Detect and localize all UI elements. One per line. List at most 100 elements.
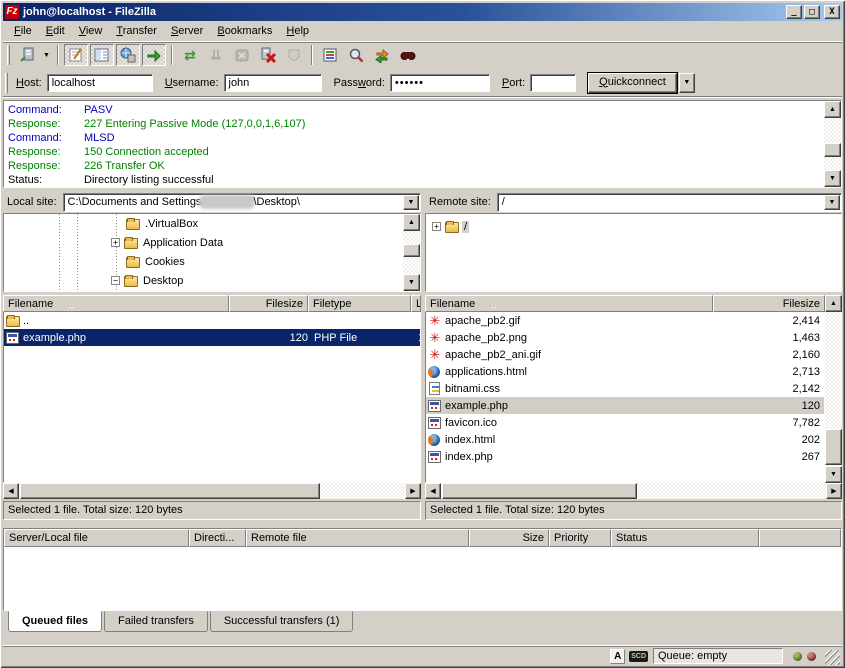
- scroll-up-icon[interactable]: ▲: [824, 101, 841, 118]
- menu-bookmarks[interactable]: Bookmarks: [210, 22, 279, 40]
- list-scroll-thumb[interactable]: [825, 429, 842, 465]
- site-manager-dropdown[interactable]: ▼: [40, 44, 53, 66]
- file-row[interactable]: index.php 267: [426, 448, 824, 465]
- toolbar-grip[interactable]: [7, 45, 10, 65]
- column-last-modified[interactable]: L: [411, 295, 421, 312]
- file-row-selected[interactable]: example.php 120: [426, 397, 824, 414]
- file-row-parent-dir[interactable]: ..: [4, 312, 420, 329]
- tree-item-root[interactable]: + /: [426, 217, 841, 236]
- message-log[interactable]: Command:PASV Response:227 Entering Passi…: [3, 100, 842, 188]
- scroll-up-icon[interactable]: ▲: [825, 295, 842, 312]
- directory-comparison-button[interactable]: [344, 44, 368, 66]
- file-row-example-php[interactable]: example.php 120 PHP File 1: [4, 329, 420, 346]
- log-scrollbar[interactable]: ▲ ▼: [824, 101, 841, 187]
- tab-successful-transfers[interactable]: Successful transfers (1): [210, 611, 354, 632]
- transfer-type-indicator-icon[interactable]: A: [610, 649, 625, 664]
- remote-directory-tree[interactable]: + /: [425, 213, 842, 292]
- toggle-remote-tree-button[interactable]: [116, 44, 140, 66]
- local-site-combo[interactable]: C:\Documents and Settings\Desktop\ ▼: [63, 193, 421, 212]
- remote-list-hscrollbar[interactable]: ◀ ▶: [425, 483, 842, 499]
- tab-queued-files[interactable]: Queued files: [8, 611, 102, 632]
- remote-file-list: Filename△ Filesize ✳apache_pb2.gif 2,414…: [425, 295, 842, 520]
- collapse-icon[interactable]: −: [111, 276, 120, 285]
- cancel-operation-button[interactable]: [230, 44, 254, 66]
- expand-icon[interactable]: +: [432, 222, 441, 231]
- file-row[interactable]: ✳apache_pb2.gif 2,414: [426, 312, 824, 329]
- hscroll-thumb[interactable]: [20, 483, 320, 499]
- column-server-local-file[interactable]: Server/Local file: [4, 529, 189, 547]
- find-files-button[interactable]: [396, 44, 420, 66]
- scroll-down-icon[interactable]: ▼: [824, 170, 841, 187]
- column-priority[interactable]: Priority: [549, 529, 611, 547]
- speed-limit-indicator-icon[interactable]: SCD: [629, 651, 648, 662]
- site-manager-button[interactable]: [15, 44, 39, 66]
- toggle-transfer-queue-button[interactable]: [142, 44, 166, 66]
- maximize-button[interactable]: □: [804, 5, 820, 19]
- reconnect-button[interactable]: [282, 44, 306, 66]
- refresh-button[interactable]: ⇄: [178, 44, 202, 66]
- username-input[interactable]: john: [224, 74, 322, 92]
- quickconnect-button[interactable]: Quickconnect: [588, 73, 677, 93]
- log-scroll-thumb[interactable]: [824, 143, 841, 157]
- file-row[interactable]: applications.html 2,713: [426, 363, 824, 380]
- column-direction[interactable]: Directi...: [189, 529, 246, 547]
- quickbar-grip[interactable]: [5, 73, 8, 93]
- local-list-hscrollbar[interactable]: ◀ ▶: [3, 483, 421, 499]
- menu-view[interactable]: View: [72, 22, 110, 40]
- toggle-local-tree-button[interactable]: [90, 44, 114, 66]
- directory-filters-button[interactable]: [318, 44, 342, 66]
- column-filesize[interactable]: Filesize: [713, 295, 825, 312]
- chevron-down-icon[interactable]: ▼: [403, 195, 419, 210]
- column-filename[interactable]: Filename△: [3, 295, 229, 312]
- column-filename[interactable]: Filename△: [425, 295, 713, 312]
- remote-site-combo[interactable]: / ▼: [497, 193, 842, 212]
- expand-icon[interactable]: +: [111, 238, 120, 247]
- file-row[interactable]: ✳apache_pb2_ani.gif 2,160: [426, 346, 824, 363]
- disconnect-button[interactable]: [256, 44, 280, 66]
- tree-item-application-data[interactable]: + Application Data: [4, 233, 420, 252]
- title-bar[interactable]: Fz john@localhost - FileZilla _ □ X: [3, 3, 842, 21]
- file-row[interactable]: ✳apache_pb2.png 1,463: [426, 329, 824, 346]
- process-queue-button[interactable]: ⇊: [204, 44, 228, 66]
- resize-grip[interactable]: [825, 650, 840, 665]
- menu-help[interactable]: Help: [279, 22, 316, 40]
- file-row[interactable]: favicon.ico 7,782: [426, 414, 824, 431]
- scroll-up-icon[interactable]: ▲: [403, 214, 420, 231]
- scroll-down-icon[interactable]: ▼: [403, 274, 420, 291]
- tree-scroll-thumb[interactable]: [403, 244, 420, 257]
- remote-list-scrollbar[interactable]: ▲ ▼: [825, 295, 842, 483]
- tree-item-virtualbox[interactable]: .VirtualBox: [4, 214, 420, 233]
- minimize-button[interactable]: _: [786, 5, 802, 19]
- local-directory-tree[interactable]: .VirtualBox + Application Data Cookies −…: [3, 213, 421, 292]
- menu-transfer[interactable]: Transfer: [109, 22, 164, 40]
- scroll-left-icon[interactable]: ◀: [425, 483, 441, 499]
- scroll-left-icon[interactable]: ◀: [3, 483, 19, 499]
- scroll-down-icon[interactable]: ▼: [825, 466, 842, 483]
- column-status[interactable]: Status: [611, 529, 759, 547]
- port-label: Port:: [502, 77, 525, 89]
- chevron-down-icon[interactable]: ▼: [824, 195, 840, 210]
- quickconnect-dropdown[interactable]: ▼: [679, 73, 695, 93]
- file-row[interactable]: index.html 202: [426, 431, 824, 448]
- tree-item-cookies[interactable]: Cookies: [4, 252, 420, 271]
- menu-edit[interactable]: Edit: [39, 22, 72, 40]
- column-filesize[interactable]: Filesize: [229, 295, 308, 312]
- menu-file[interactable]: File: [7, 22, 39, 40]
- host-input[interactable]: localhost: [47, 74, 153, 92]
- password-input[interactable]: ••••••: [390, 74, 490, 92]
- tree-item-desktop[interactable]: − Desktop: [4, 271, 420, 290]
- scroll-right-icon[interactable]: ▶: [405, 483, 421, 499]
- synchronized-browsing-button[interactable]: [370, 44, 394, 66]
- scroll-right-icon[interactable]: ▶: [826, 483, 842, 499]
- menu-server[interactable]: Server: [164, 22, 210, 40]
- local-tree-scrollbar[interactable]: ▲ ▼: [403, 214, 420, 291]
- close-button[interactable]: X: [824, 5, 840, 19]
- file-row[interactable]: bitnami.css 2,142: [426, 380, 824, 397]
- column-size[interactable]: Size: [469, 529, 549, 547]
- toggle-message-log-button[interactable]: [64, 44, 88, 66]
- hscroll-thumb[interactable]: [442, 483, 637, 499]
- port-input[interactable]: [530, 74, 576, 92]
- column-remote-file[interactable]: Remote file: [246, 529, 469, 547]
- column-filetype[interactable]: Filetype: [308, 295, 411, 312]
- tab-failed-transfers[interactable]: Failed transfers: [104, 611, 208, 632]
